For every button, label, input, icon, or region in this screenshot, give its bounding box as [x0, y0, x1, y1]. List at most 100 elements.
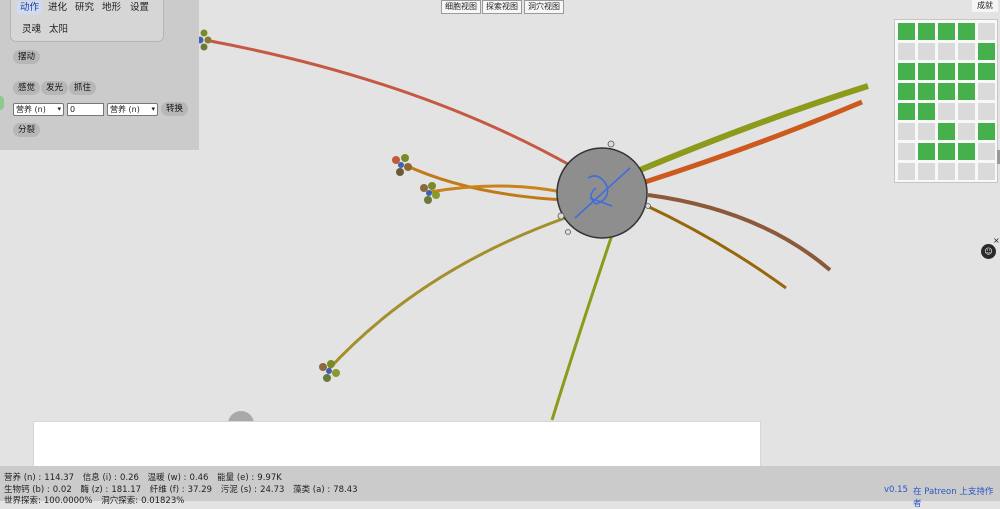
stat-value: 9.97K	[257, 473, 282, 483]
menu-tabs: 动作 进化 研究 地形 设置 灵魂 太阳	[10, 0, 164, 42]
achievement-unlocked[interactable]	[938, 143, 955, 160]
achievement-unlocked[interactable]	[898, 83, 915, 100]
achievement-locked[interactable]	[958, 123, 975, 140]
explore-view-button[interactable]: 探索视图	[482, 0, 522, 14]
stat-value: 24.73	[260, 485, 285, 495]
patreon-link[interactable]: 在 Patreon 上支持作者	[913, 485, 1000, 509]
achievement-unlocked[interactable]	[958, 83, 975, 100]
chevron-down-icon: ▾	[151, 105, 155, 113]
stats-row-3: 世界探索: 100.0000% 洞穴探索: 0.01823%	[4, 494, 190, 506]
swing-button[interactable]: 摆动	[13, 50, 41, 64]
version-label: v0.15	[884, 485, 908, 495]
achievement-unlocked[interactable]	[978, 43, 995, 60]
achievement-locked[interactable]	[918, 163, 935, 180]
tab-research[interactable]: 研究	[72, 1, 97, 14]
tab-sun[interactable]: 太阳	[46, 23, 71, 36]
achievement-locked[interactable]	[958, 163, 975, 180]
tab-actions[interactable]: 动作	[17, 1, 43, 14]
achievement-locked[interactable]	[978, 23, 995, 40]
achievement-unlocked[interactable]	[918, 103, 935, 120]
convert-from-value: 营养 (n)	[16, 105, 46, 114]
stat-value: 0.46	[189, 473, 209, 483]
achievement-locked[interactable]	[958, 103, 975, 120]
achievement-locked[interactable]	[958, 43, 975, 60]
achievement-unlocked[interactable]	[898, 23, 915, 40]
achievement-locked[interactable]	[898, 123, 915, 140]
tab-settings[interactable]: 设置	[127, 1, 152, 14]
achievement-locked[interactable]	[898, 163, 915, 180]
achievement-locked[interactable]	[938, 163, 955, 180]
message-dialog	[33, 421, 761, 469]
achievement-unlocked[interactable]	[918, 83, 935, 100]
achievements-panel	[894, 19, 998, 183]
achievement-unlocked[interactable]	[918, 23, 935, 40]
achievements-button[interactable]: 成就	[972, 0, 998, 12]
divide-button[interactable]: 分裂	[13, 123, 41, 137]
achievement-unlocked[interactable]	[938, 83, 955, 100]
stat-label: 世界探索:	[4, 496, 41, 506]
stat-value: 0.01823%	[141, 496, 185, 506]
achievement-locked[interactable]	[918, 43, 935, 60]
achievement-locked[interactable]	[978, 143, 995, 160]
achievement-unlocked[interactable]	[898, 63, 915, 80]
stat-label: 能量 (e) :	[217, 473, 255, 483]
convert-from-select[interactable]: 营养 (n) ▾	[13, 103, 64, 116]
achievement-locked[interactable]	[898, 43, 915, 60]
achievement-locked[interactable]	[898, 143, 915, 160]
tab-evolution[interactable]: 进化	[45, 1, 70, 14]
tendril-right-1	[638, 83, 869, 173]
convert-amount-input[interactable]: 0	[67, 103, 104, 116]
grab-button[interactable]: 抓住	[69, 81, 97, 95]
achievement-unlocked[interactable]	[978, 123, 995, 140]
avatar-icon[interactable]: ☺	[981, 244, 996, 259]
sense-button[interactable]: 感觉	[13, 81, 41, 95]
tendril-lower-left	[326, 216, 566, 372]
tendril-right-2	[644, 99, 863, 185]
cell-organelle	[607, 140, 615, 148]
achievement-unlocked[interactable]	[958, 63, 975, 80]
achievement-unlocked[interactable]	[938, 23, 955, 40]
stats-row-1: 营养 (n) :114.37 信息 (i) :0.26 温暖 (w) :0.46…	[4, 471, 288, 483]
stat-label: 洞穴探索:	[101, 496, 139, 506]
stat-label: 藻类 (a) :	[293, 485, 331, 495]
achievement-unlocked[interactable]	[938, 123, 955, 140]
flower-cluster[interactable]	[392, 154, 412, 176]
achievement-locked[interactable]	[938, 43, 955, 60]
tendril-right-3	[647, 193, 832, 272]
achievement-unlocked[interactable]	[938, 63, 955, 80]
cave-view-button[interactable]: 洞穴视图	[524, 0, 564, 14]
achievement-unlocked[interactable]	[958, 143, 975, 160]
convert-to-select[interactable]: 营养 (n) ▾	[107, 103, 158, 116]
tab-terrain[interactable]: 地形	[99, 1, 124, 14]
flower-cluster[interactable]	[319, 360, 340, 382]
cell-organelle	[645, 203, 651, 209]
achievement-locked[interactable]	[978, 103, 995, 120]
achievement-locked[interactable]	[978, 163, 995, 180]
cell-view-button[interactable]: 细胞视图	[441, 0, 481, 14]
stat-value: 78.43	[333, 485, 358, 495]
tab-soul[interactable]: 灵魂	[19, 23, 44, 36]
convert-button[interactable]: 转换	[161, 102, 189, 116]
panel-collapse-handle[interactable]	[0, 96, 4, 110]
achievement-locked[interactable]	[978, 83, 995, 100]
chevron-down-icon: ▾	[57, 105, 61, 113]
achievement-unlocked[interactable]	[898, 103, 915, 120]
stat-label: 温暖 (w) :	[147, 473, 187, 483]
achievement-unlocked[interactable]	[958, 23, 975, 40]
tendril-upper-left	[204, 38, 576, 170]
stat-value: 100.0000%	[43, 496, 93, 506]
glow-button[interactable]: 发光	[41, 81, 69, 95]
achievement-unlocked[interactable]	[978, 63, 995, 80]
status-bar: 营养 (n) :114.37 信息 (i) :0.26 温暖 (w) :0.46…	[0, 466, 1000, 506]
stat-label: 营养 (n) :	[4, 473, 42, 483]
flower-cluster[interactable]	[420, 182, 440, 204]
achievement-unlocked[interactable]	[918, 63, 935, 80]
control-panel: 动作 进化 研究 地形 设置 灵魂 太阳 摆动 感觉 发光 抓住 营养 (n) …	[0, 0, 199, 150]
close-icon[interactable]: ×	[993, 236, 1000, 245]
achievement-locked[interactable]	[918, 123, 935, 140]
stat-value: 0.26	[120, 473, 139, 483]
achievement-locked[interactable]	[938, 103, 955, 120]
convert-to-value: 营养 (n)	[110, 105, 140, 114]
achievement-unlocked[interactable]	[918, 143, 935, 160]
cell-organelle	[565, 229, 571, 235]
